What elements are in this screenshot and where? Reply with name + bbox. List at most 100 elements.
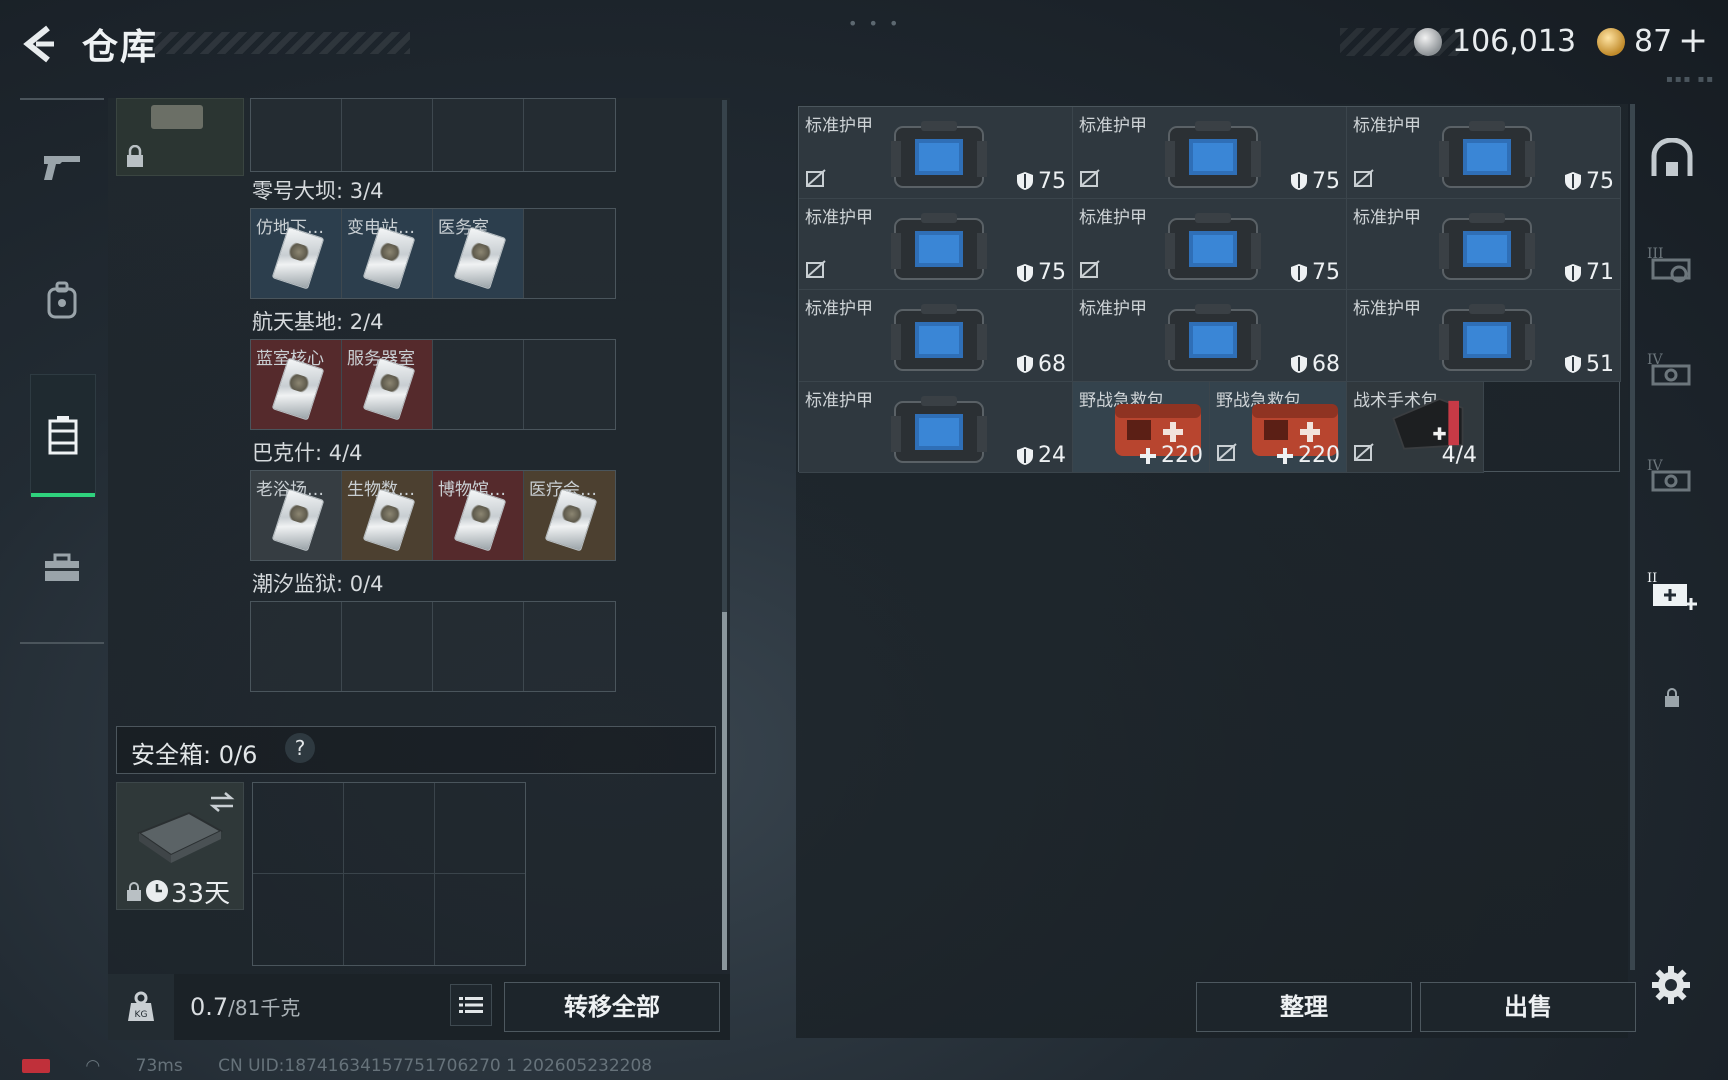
slot[interactable] — [342, 99, 433, 171]
no-trade-icon — [806, 168, 826, 187]
inventory-item-armor[interactable]: 标准护甲 75 — [1347, 107, 1621, 199]
gear-icon[interactable] — [1650, 964, 1692, 1006]
swap-icon[interactable] — [209, 791, 235, 813]
left-scrollbar-thumb[interactable] — [722, 612, 727, 970]
item-value-text: 24 — [1038, 443, 1066, 468]
no-trade-icon — [1217, 443, 1237, 461]
right-scrollbar[interactable] — [1630, 104, 1635, 970]
item-value: 4/4 — [1442, 443, 1477, 468]
inventory-item-armor[interactable]: 标准护甲 68 — [1073, 290, 1347, 382]
list-icon — [459, 997, 483, 1013]
inventory-item-medkit[interactable]: 野战急救包 220 — [1073, 381, 1210, 473]
armor-vest-icon — [1439, 304, 1535, 371]
weight-icon-box: KG — [108, 974, 174, 1040]
helmet-tab-icon — [1651, 138, 1693, 176]
item-value: 68 — [1290, 352, 1340, 377]
section-label-dam: 零号大坝: 3/4 — [252, 179, 384, 203]
tab-locked[interactable] — [1640, 666, 1704, 730]
item-name: 标准护甲 — [805, 299, 873, 319]
section-label-prison: 潮汐监狱: 0/4 — [252, 572, 384, 596]
keycard-slot[interactable] — [342, 602, 433, 691]
back-arrow-icon[interactable] — [20, 24, 60, 64]
no-trade-icon — [806, 260, 826, 278]
partial-item-top[interactable] — [116, 98, 244, 176]
keycard-slot[interactable]: 医疗会… — [524, 471, 615, 560]
nav-toolbox[interactable] — [30, 536, 94, 600]
drag-handle-icon[interactable]: • • • — [848, 14, 901, 33]
gold-coin-icon — [1597, 28, 1625, 56]
keycard-grid-prison — [250, 601, 616, 692]
section-label-baksh: 巴克什: 4/4 — [252, 441, 363, 465]
nav-weapons[interactable] — [30, 134, 94, 198]
armor-vest-icon — [891, 121, 987, 188]
inventory-item-surgkit[interactable]: 战术手术包 4/4 — [1347, 381, 1484, 473]
ping-text: 73ms — [135, 1056, 183, 1076]
keycard-slot[interactable]: 生物数… — [342, 471, 433, 560]
slot[interactable] — [524, 99, 615, 171]
tab-medical[interactable]: II — [1640, 560, 1704, 624]
list-view-button[interactable] — [450, 984, 492, 1026]
inventory-item-armor[interactable]: 标准护甲 24 — [799, 381, 1073, 473]
item-value-text: 51 — [1586, 351, 1614, 377]
slot[interactable] — [433, 99, 524, 171]
keycard-slot[interactable]: 服务器室 — [342, 340, 433, 429]
tab-helmet[interactable] — [1640, 126, 1704, 190]
sell-button[interactable]: 出售 — [1420, 982, 1636, 1032]
safebox-grid[interactable] — [252, 782, 526, 966]
armor-durability-icon — [1565, 263, 1581, 282]
transfer-all-button[interactable]: 转移全部 — [504, 982, 720, 1032]
inventory-item-armor[interactable]: 标准护甲 51 — [1347, 290, 1621, 382]
inventory-item-armor[interactable]: 标准护甲 68 — [799, 290, 1073, 382]
decor-marks: ▪▪▪ ▪▪ — [1666, 74, 1716, 85]
armor-vest-icon — [1165, 212, 1261, 280]
lock-icon — [127, 145, 143, 167]
item-value: 220 — [1276, 443, 1340, 468]
keycard-slot[interactable]: 博物馆… — [433, 471, 524, 560]
nav-case[interactable] — [30, 374, 96, 497]
item-value-text: 220 — [1298, 443, 1340, 468]
keycard-slot[interactable]: 老浴场… — [251, 471, 342, 560]
armor-durability-icon — [1565, 355, 1581, 373]
armor-durability-icon — [1291, 355, 1307, 373]
keycard-slot[interactable] — [524, 209, 615, 298]
item-value: 75 — [1016, 260, 1066, 285]
item-name: 标准护甲 — [1353, 116, 1421, 136]
armor-III-tab-icon: III — [1647, 246, 1691, 283]
silver-amount: 106,013 — [1452, 24, 1577, 59]
add-currency-button[interactable]: + — [1678, 20, 1708, 61]
tab-armor-iv-b[interactable]: IV — [1640, 444, 1704, 508]
inventory-item-medkit[interactable]: 野战急救包 220 — [1210, 381, 1347, 473]
no-trade-badge — [805, 168, 827, 192]
slot[interactable] — [251, 99, 342, 171]
help-button[interactable]: ? — [285, 733, 315, 763]
keycard-slot[interactable] — [433, 340, 524, 429]
heal-icon — [1277, 447, 1293, 464]
inventory-item-armor[interactable]: 标准护甲 75 — [1073, 198, 1347, 290]
item-value-text: 4/4 — [1441, 443, 1477, 468]
keycard-slot[interactable]: 变电站… — [342, 209, 433, 298]
item-name: 标准护甲 — [1079, 116, 1147, 136]
inventory-item-armor[interactable]: 标准护甲 75 — [1073, 107, 1347, 199]
safe-case-item[interactable]: 33天 — [116, 782, 244, 910]
tab-armor-iii[interactable]: III — [1640, 232, 1704, 296]
nav-backpack[interactable] — [30, 268, 94, 332]
no-trade-icon — [1080, 260, 1100, 278]
inventory-item-armor[interactable]: 标准护甲 75 — [799, 107, 1073, 199]
keycard-slot[interactable]: 蓝室核心 — [251, 340, 342, 429]
tab-armor-iv[interactable]: IV — [1640, 338, 1704, 402]
inventory-item-armor[interactable]: 标准护甲 75 — [799, 198, 1073, 290]
item-value: 220 — [1139, 443, 1203, 468]
keycard-slot[interactable] — [524, 602, 615, 691]
inventory-item-armor[interactable]: 标准护甲 71 — [1347, 198, 1621, 290]
keycard-slot[interactable]: 医务室 — [433, 209, 524, 298]
top-bar: 仓库 • • • 106,013 87 + ▪▪▪ ▪▪ — [0, 0, 1728, 88]
keycard-slot[interactable] — [524, 340, 615, 429]
armor-durability-icon — [1017, 172, 1033, 190]
keycard-grid-baksh: 老浴场… 生物数… 博物馆… 医疗会… — [250, 470, 616, 561]
arrange-button[interactable]: 整理 — [1196, 982, 1412, 1032]
keycard-slot[interactable] — [251, 602, 342, 691]
keycard-grid-dam: 仿地下… 变电站… 医务室 — [250, 208, 616, 299]
keycard-slot[interactable] — [433, 602, 524, 691]
keycard-grid-partial — [250, 98, 616, 172]
keycard-slot[interactable]: 仿地下… — [251, 209, 342, 298]
